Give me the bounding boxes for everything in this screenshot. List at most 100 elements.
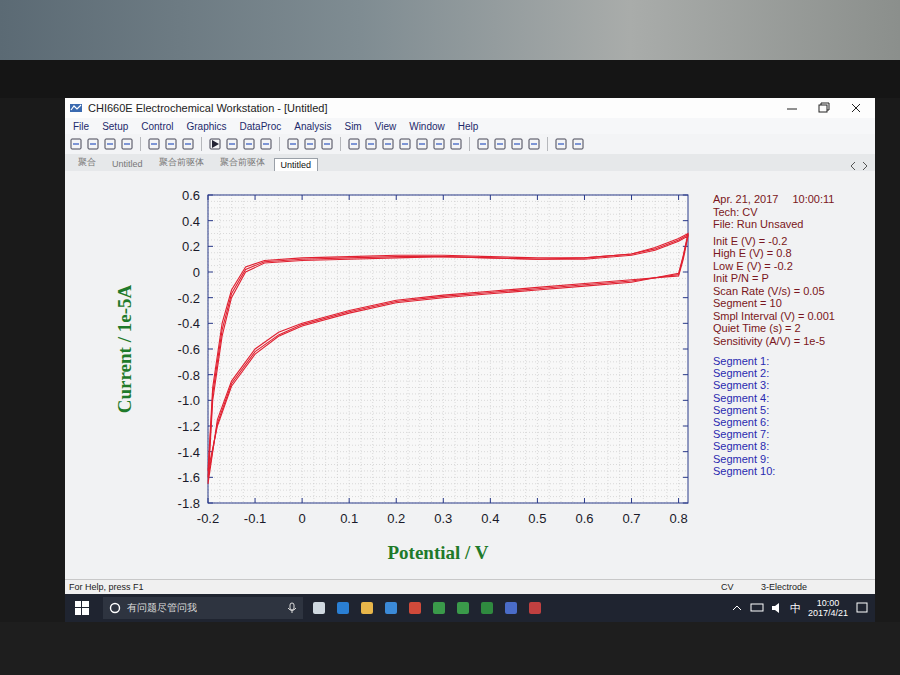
zoom-icon[interactable] — [364, 137, 378, 151]
run-timestamp: Apr. 21, 201710:00:11 — [713, 193, 871, 206]
network-icon[interactable] — [750, 602, 764, 614]
text-icon[interactable] — [164, 137, 178, 151]
svg-text:-0.2: -0.2 — [178, 291, 200, 306]
ime-indicator[interactable]: 中 — [790, 601, 801, 616]
restore-icon[interactable] — [809, 101, 839, 115]
segment-line: Segment 7: — [713, 428, 871, 440]
y-tick: 0.2 — [182, 239, 688, 254]
menu-item[interactable]: Control — [141, 121, 173, 132]
taskbar-search[interactable]: 有问题尽管问我 — [103, 597, 303, 619]
save-icon[interactable] — [103, 137, 117, 151]
document-tab[interactable]: 聚合前驱体 — [152, 154, 211, 171]
search-placeholder: 有问题尽管问我 — [127, 601, 197, 615]
segment-line: Segment 2: — [713, 367, 871, 379]
document-tab[interactable]: Untitled — [274, 158, 319, 171]
document-tab[interactable]: Untitled — [105, 157, 150, 171]
x-tick: 0.4 — [481, 195, 499, 526]
tab-scroll-icon[interactable] — [849, 161, 869, 171]
x-tick: 0.6 — [575, 195, 593, 526]
cortana-icon — [109, 602, 121, 614]
overlay-icon[interactable] — [347, 137, 361, 151]
pause-icon[interactable] — [225, 137, 239, 151]
segment-line: Segment 3: — [713, 379, 871, 391]
pen-icon[interactable] — [527, 137, 541, 151]
smooth-icon[interactable] — [398, 137, 412, 151]
font-icon[interactable] — [432, 137, 446, 151]
app5-icon[interactable] — [503, 600, 519, 616]
reverse-icon[interactable] — [259, 137, 273, 151]
menu-item[interactable]: Analysis — [294, 121, 331, 132]
svg-text:-1.6: -1.6 — [178, 470, 200, 485]
peak-icon[interactable] — [381, 137, 395, 151]
segment-line: Segment 4: — [713, 392, 871, 404]
help-icon[interactable] — [571, 137, 585, 151]
setup-icon[interactable] — [147, 137, 161, 151]
system-tray: 中 10:002017/4/21 — [731, 598, 869, 618]
print-icon[interactable] — [120, 137, 134, 151]
param-line: File: Run Unsaved — [713, 218, 871, 231]
param-line: Quiet Time (s) = 2 — [713, 322, 871, 335]
svg-text:0: 0 — [299, 511, 306, 526]
document-tab[interactable]: 聚合前驱体 — [213, 154, 272, 171]
screen: CHI660E Electrochemical Workstation - [U… — [65, 98, 875, 622]
y-tick: -0.8 — [178, 368, 688, 383]
x-axis-title: Potential / V — [388, 542, 489, 563]
notification-icon[interactable] — [855, 601, 869, 615]
microphone-icon[interactable] — [287, 602, 297, 614]
fonts-icon[interactable] — [449, 137, 463, 151]
svg-text:-1.0: -1.0 — [178, 393, 200, 408]
param-line: Init P/N = P — [713, 272, 871, 285]
menu-item[interactable]: File — [73, 121, 89, 132]
open-icon[interactable] — [86, 137, 100, 151]
app6-icon[interactable] — [527, 600, 543, 616]
svg-text:0.2: 0.2 — [387, 511, 405, 526]
new-icon[interactable] — [69, 137, 83, 151]
graph-icon[interactable] — [181, 137, 195, 151]
svg-text:-0.1: -0.1 — [244, 511, 266, 526]
taskbar-clock[interactable]: 10:002017/4/21 — [808, 598, 848, 618]
tech-icon[interactable] — [303, 137, 317, 151]
menu-item[interactable]: View — [375, 121, 397, 132]
store-icon[interactable] — [383, 600, 399, 616]
param-icon[interactable] — [286, 137, 300, 151]
volume-icon[interactable] — [771, 602, 783, 614]
run-icon[interactable] — [208, 137, 222, 151]
cv-icon[interactable] — [476, 137, 490, 151]
segment-line: Segment 8: — [713, 440, 871, 452]
menu-item[interactable]: Help — [458, 121, 479, 132]
stop-icon[interactable] — [242, 137, 256, 151]
close-icon[interactable] — [841, 101, 871, 115]
plot-area — [208, 195, 688, 503]
folder-icon[interactable] — [359, 600, 375, 616]
menu-item[interactable]: DataProc — [240, 121, 282, 132]
grid-icon[interactable] — [554, 137, 568, 151]
app4-icon[interactable] — [479, 600, 495, 616]
app3-icon[interactable] — [455, 600, 471, 616]
x-tick: 0.3 — [434, 195, 452, 526]
svg-text:0: 0 — [193, 265, 200, 280]
x-tick: 0 — [299, 195, 306, 526]
status-help: For Help, press F1 — [69, 582, 721, 592]
minimize-icon[interactable] — [777, 101, 807, 115]
background-wall — [0, 0, 900, 60]
app1-icon[interactable] — [407, 600, 423, 616]
color-icon[interactable] — [415, 137, 429, 151]
param-line: High E (V) = 0.8 — [713, 247, 871, 260]
segment-line: Segment 6: — [713, 416, 871, 428]
svg-text:-0.4: -0.4 — [178, 316, 200, 331]
tray-chevron-icon[interactable] — [731, 602, 743, 614]
menu-item[interactable]: Setup — [102, 121, 128, 132]
windows-start-icon[interactable] — [75, 601, 89, 615]
toolbar-separator — [469, 137, 470, 151]
diff-icon[interactable] — [510, 137, 524, 151]
svg-text:-1.4: -1.4 — [178, 445, 200, 460]
refresh-icon[interactable] — [320, 137, 334, 151]
wave-icon[interactable] — [493, 137, 507, 151]
edge-icon[interactable] — [335, 600, 351, 616]
document-tab[interactable]: 聚合 — [71, 154, 103, 171]
app2-icon[interactable] — [431, 600, 447, 616]
taskview-icon[interactable] — [311, 600, 327, 616]
menu-item[interactable]: Window — [409, 121, 445, 132]
menu-item[interactable]: Sim — [344, 121, 361, 132]
menu-item[interactable]: Graphics — [187, 121, 227, 132]
